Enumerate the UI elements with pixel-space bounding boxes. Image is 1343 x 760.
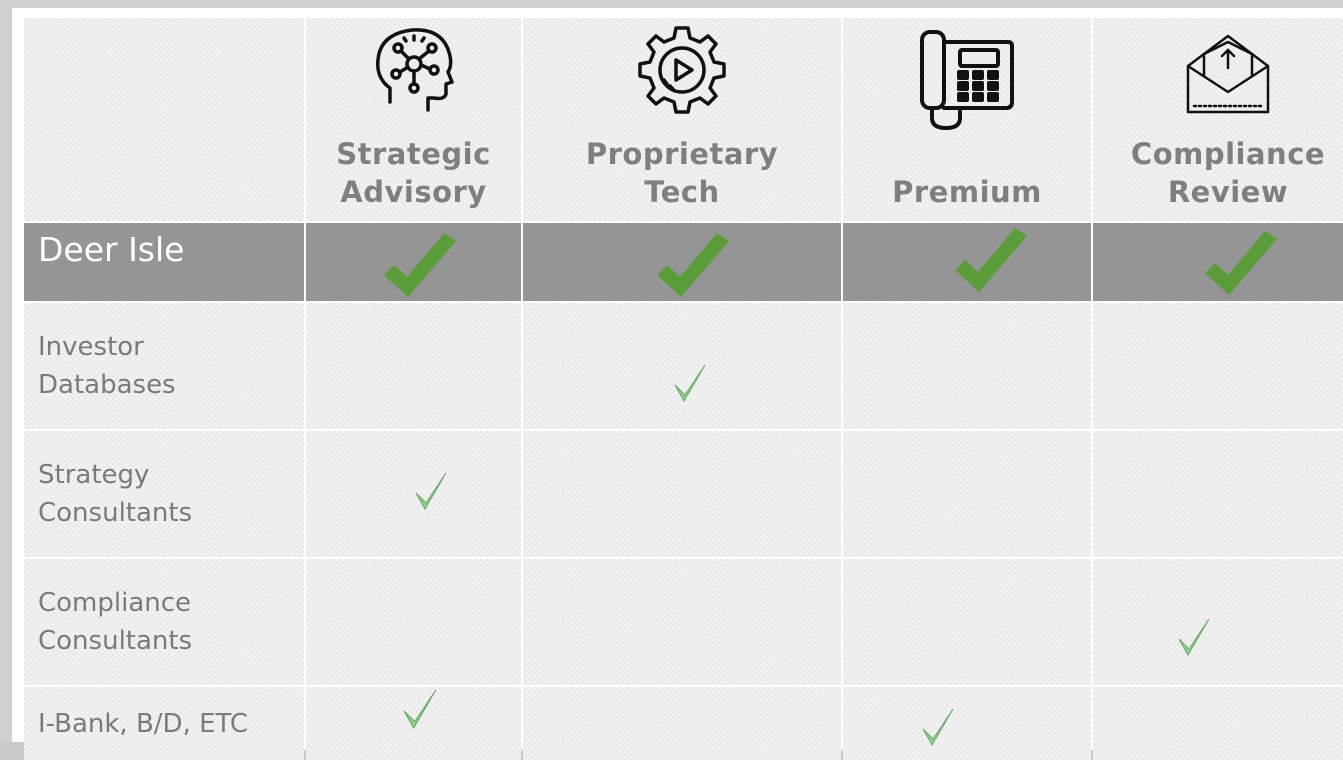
- desk-phone-icon: [912, 22, 1022, 136]
- empty-cell: [843, 431, 1091, 557]
- column-header-compliance-review: Compliance Review: [1093, 18, 1343, 221]
- row-label: Strategy Consultants: [38, 460, 193, 528]
- empty-cell: [1093, 303, 1343, 429]
- empty-cell: [523, 559, 841, 685]
- row-header-investor-databases: Investor Databases: [24, 303, 304, 429]
- check-cell: [523, 223, 841, 301]
- check-cell: [843, 223, 1091, 301]
- row-label: Deer Isle: [38, 230, 185, 269]
- empty-cell: [1093, 431, 1343, 557]
- row-header-ibank-bd-etc: I-Bank, B/D, ETC: [24, 687, 304, 760]
- big-check-icon: [951, 228, 1031, 301]
- check-cell: [1093, 559, 1343, 685]
- check-cell: [306, 431, 521, 557]
- empty-cell: [523, 431, 841, 557]
- envelope-upload-icon: [1182, 22, 1274, 118]
- row-label: I-Bank, B/D, ETC: [38, 709, 249, 739]
- head-network-icon: [368, 22, 460, 118]
- row-label: Investor Databases: [38, 332, 176, 400]
- column-header-proprietary-tech: Proprietary Tech: [523, 18, 841, 221]
- small-check-icon: [1177, 617, 1211, 663]
- row-header-compliance-consultants: Compliance Consultants: [24, 559, 304, 685]
- column-title: Premium: [892, 175, 1042, 209]
- row-header-deer-isle: Deer Isle: [24, 223, 304, 301]
- comparison-table: Strategic Advisory Proprietary Tech Prem…: [24, 18, 1343, 760]
- check-cell: [843, 687, 1091, 760]
- small-check-icon: [673, 363, 707, 409]
- big-check-icon: [380, 233, 460, 301]
- small-check-icon: [402, 687, 438, 737]
- column-title: Proprietary Tech: [585, 137, 779, 209]
- corner-cell: [24, 18, 304, 221]
- small-check-icon: [921, 707, 955, 753]
- big-check-icon: [653, 233, 733, 301]
- check-cell: [306, 223, 521, 301]
- column-header-strategic-advisory: Strategic Advisory: [306, 18, 521, 221]
- empty-cell: [306, 303, 521, 429]
- gear-play-icon: [630, 22, 734, 118]
- empty-cell: [523, 687, 841, 760]
- slide-frame: Strategic Advisory Proprietary Tech Prem…: [0, 0, 1343, 760]
- row-header-strategy-consultants: Strategy Consultants: [24, 431, 304, 557]
- small-check-icon: [414, 471, 448, 517]
- empty-cell: [306, 559, 521, 685]
- empty-cell: [1093, 687, 1343, 760]
- empty-cell: [843, 303, 1091, 429]
- column-title: Strategic Advisory: [336, 137, 491, 209]
- check-cell: [306, 687, 521, 760]
- empty-cell: [843, 559, 1091, 685]
- check-cell: [1093, 223, 1343, 301]
- row-label: Compliance Consultants: [38, 588, 193, 656]
- column-header-premium: Premium: [843, 18, 1091, 221]
- column-title: Compliance Review: [1130, 137, 1326, 209]
- big-check-icon: [1201, 231, 1281, 301]
- check-cell: [523, 303, 841, 429]
